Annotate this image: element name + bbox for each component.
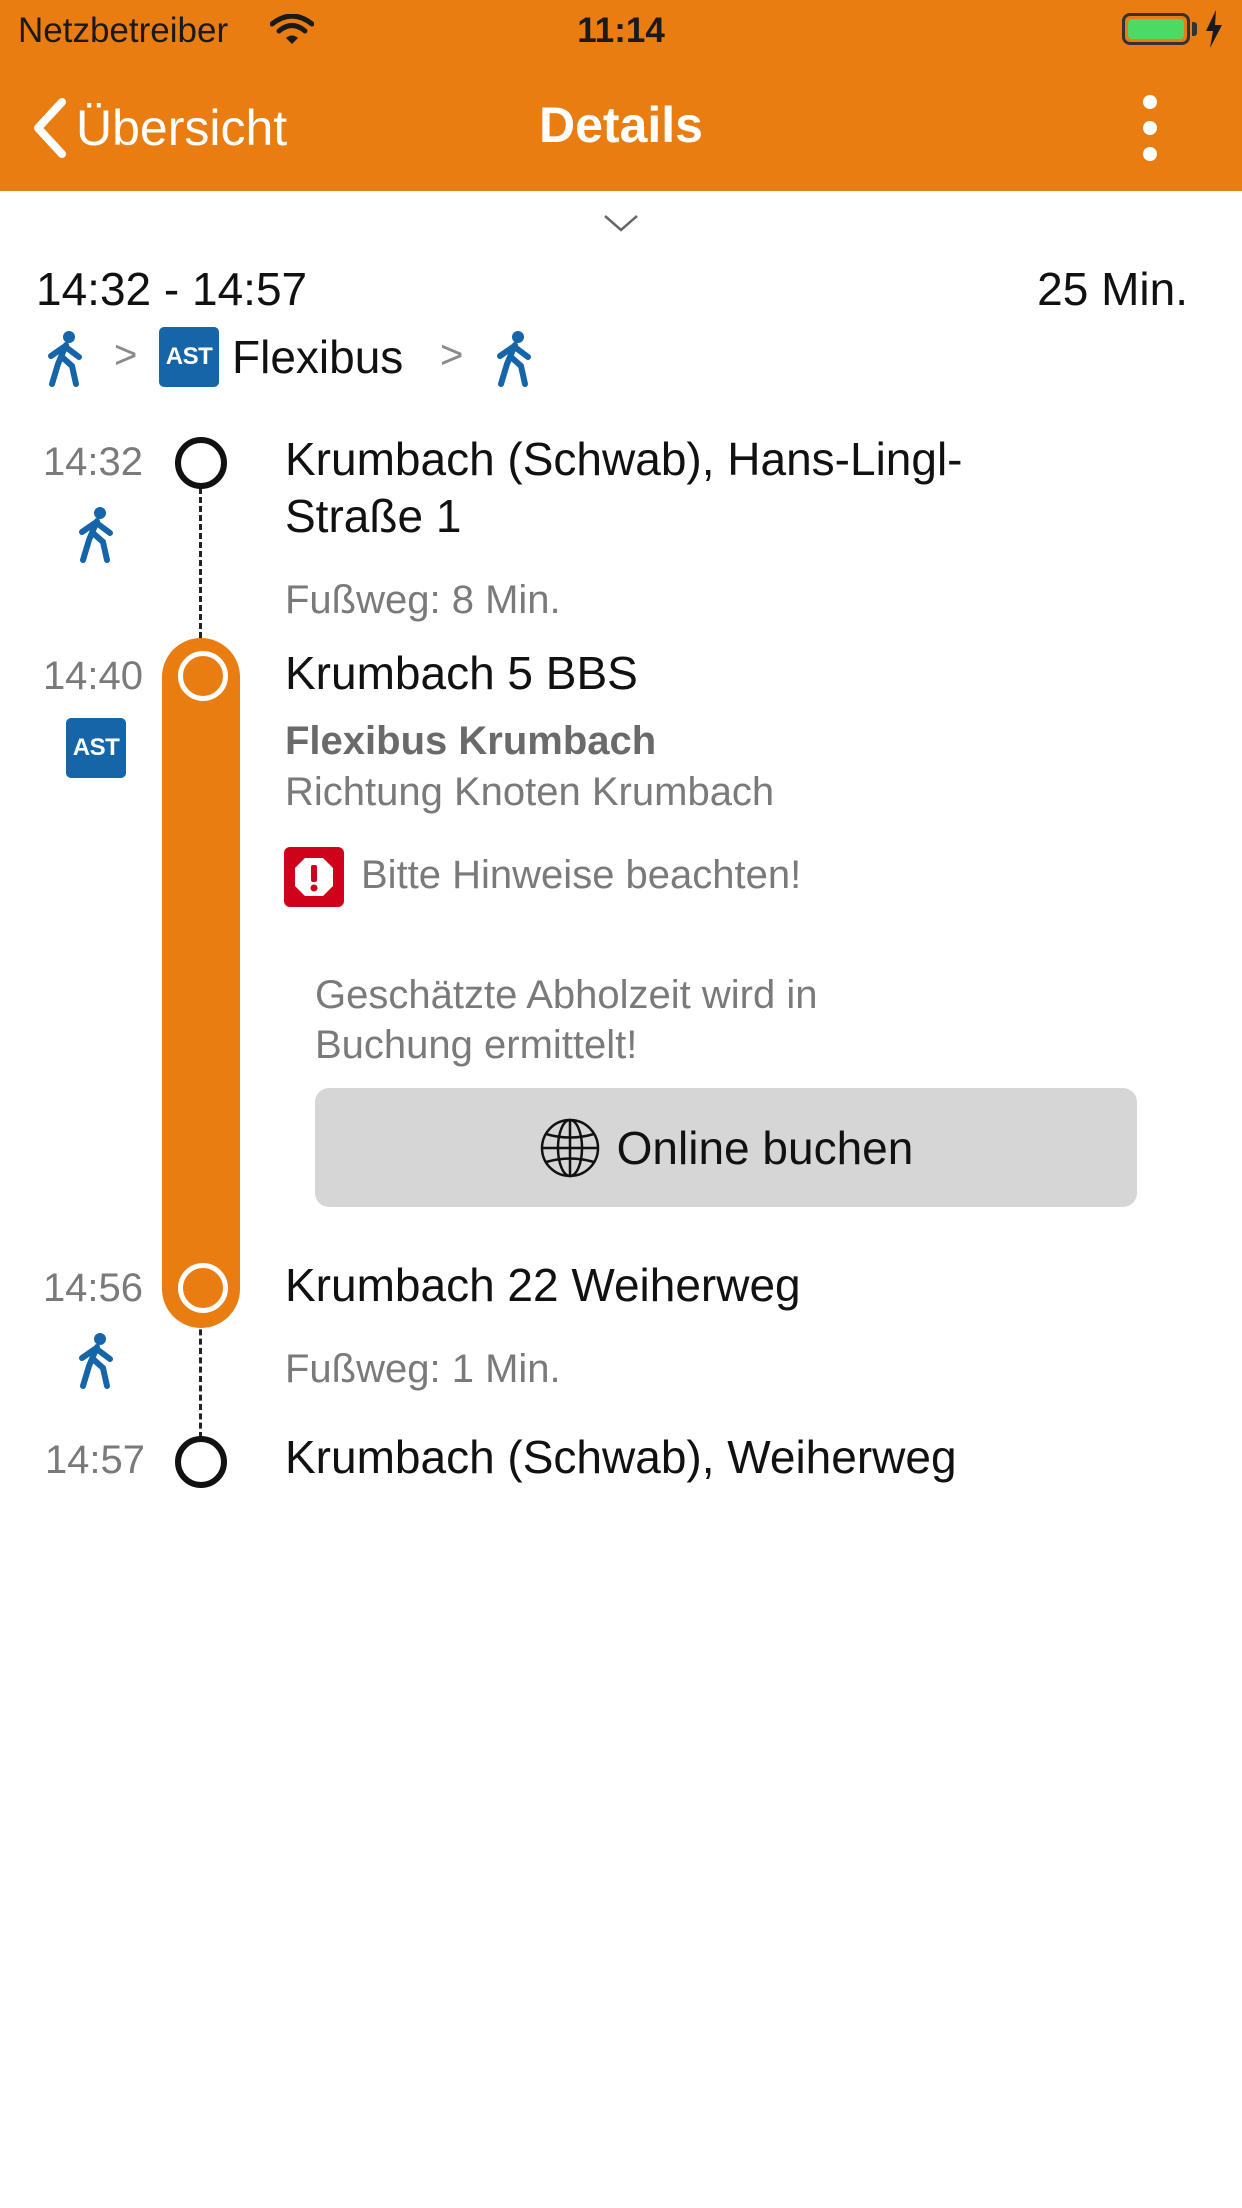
- pickup-info-line: Buchung ermittelt!: [315, 1023, 638, 1067]
- stop-marker: [175, 437, 227, 489]
- stop-marker: [175, 1436, 227, 1488]
- stop-time: 14:56: [42, 1266, 144, 1310]
- status-time: 11:14: [577, 11, 665, 50]
- battery-icon: [1122, 13, 1190, 45]
- warning-icon[interactable]: [284, 847, 344, 907]
- stop-name-line: Straße 1: [285, 490, 462, 542]
- stop-name: Krumbach 5 BBS: [285, 647, 638, 699]
- stop-marker: [178, 1263, 228, 1313]
- pickup-info: Geschätzte Abholzeit wird in Buchung erm…: [315, 970, 817, 1070]
- walk-duration: Fußweg: 8 Min.: [285, 578, 561, 622]
- walk-icon: [497, 331, 531, 387]
- ast-icon: AST: [66, 718, 126, 778]
- page-title: Details: [539, 97, 703, 153]
- menu-dot: [1143, 121, 1157, 135]
- globe-icon: [540, 1118, 599, 1177]
- mode-label: Flexibus: [232, 331, 404, 383]
- online-book-label: Online buchen: [616, 1121, 914, 1174]
- walk-icon: [79, 507, 113, 563]
- transit-segment-bar: [162, 638, 240, 1328]
- stop-name: Krumbach 22 Weiherweg: [285, 1259, 801, 1311]
- line-direction: Richtung Knoten Krumbach: [285, 770, 775, 814]
- more-menu-button[interactable]: [1120, 88, 1180, 168]
- line-name: Flexibus Krumbach: [285, 719, 657, 763]
- stop-name: Krumbach (Schwab), Hans-Lingl- Straße 1: [285, 431, 963, 545]
- stop-marker: [178, 651, 228, 701]
- chevron-down-icon[interactable]: [603, 213, 639, 233]
- stop-name: Krumbach (Schwab), Weiherweg: [285, 1431, 957, 1483]
- online-book-button[interactable]: Online buchen: [315, 1088, 1137, 1207]
- stop-time: 14:40: [42, 654, 144, 698]
- warning-glyph: [295, 858, 333, 896]
- stop-name-line: Krumbach (Schwab), Hans-Lingl-: [285, 433, 963, 485]
- pickup-info-line: Geschätzte Abholzeit wird in: [315, 973, 818, 1017]
- mode-separator: >: [114, 333, 138, 377]
- walk-connector: [199, 1320, 202, 1438]
- walk-duration: Fußweg: 1 Min.: [285, 1347, 561, 1391]
- more-vertical-icon: [1143, 95, 1157, 109]
- walk-icon: [79, 1333, 113, 1389]
- trip-time-range: 14:32 - 14:57: [36, 263, 308, 315]
- mode-separator: >: [440, 333, 464, 377]
- warning-link[interactable]: Bitte Hinweise beachten!: [361, 853, 801, 898]
- menu-dot: [1143, 147, 1157, 161]
- ast-icon: AST: [159, 327, 219, 387]
- stop-time: 14:57: [44, 1438, 146, 1482]
- battery-tip: [1192, 22, 1197, 36]
- walk-connector: [199, 488, 202, 638]
- trip-duration: 25 Min.: [1037, 263, 1188, 315]
- walk-icon: [48, 331, 82, 387]
- stop-time: 14:32: [42, 440, 144, 484]
- charging-icon: [1206, 10, 1222, 48]
